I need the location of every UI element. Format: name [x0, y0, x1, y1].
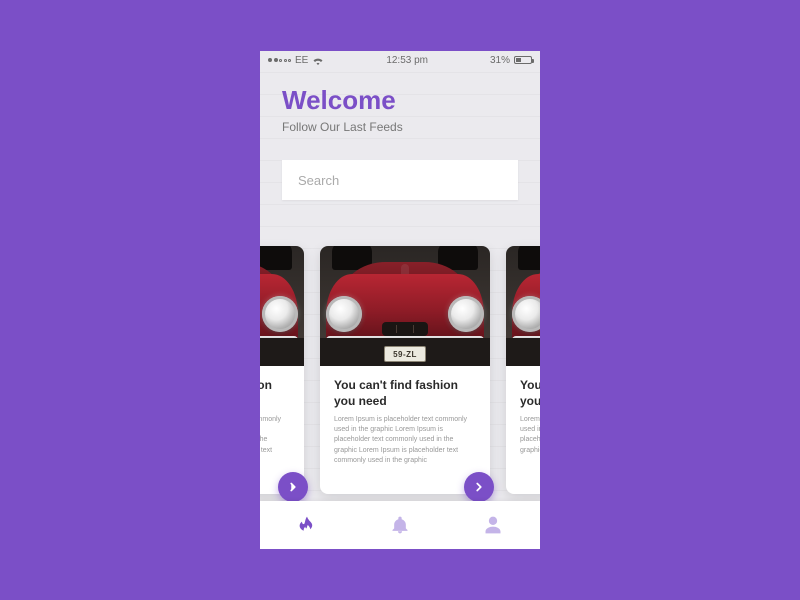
license-plate: 59-ZL [384, 346, 426, 362]
bell-icon [390, 515, 410, 535]
battery-icon [514, 56, 532, 64]
card-image: 59-ZL [320, 246, 490, 366]
card-desc: Lorem Ipsum is placeholder text commonly… [520, 415, 540, 456]
tab-profile[interactable] [447, 501, 540, 549]
tab-bar [260, 501, 540, 549]
card-title: You can't find fashion you need [334, 378, 476, 409]
feed-carousel[interactable]: 59-ZL You can't find fashion you need Lo… [260, 246, 414, 494]
wifi-icon [312, 56, 324, 65]
tab-notifications[interactable] [353, 501, 446, 549]
search-input[interactable] [298, 173, 502, 188]
status-left: EE [268, 55, 324, 66]
status-right: 31% [490, 55, 532, 66]
card-desc: Lorem Ipsum is placeholder text commonly… [334, 415, 476, 466]
card-image: 59-ZL [260, 246, 304, 366]
card-desc: Lorem Ipsum is placeholder text commonly… [260, 415, 290, 466]
card-next-button[interactable] [278, 472, 308, 502]
feed-card[interactable]: 59-ZL You can't find fashion you need Lo… [320, 246, 490, 494]
fire-icon [297, 515, 317, 535]
signal-dots-icon [268, 58, 291, 62]
page-subtitle: Follow Our Last Feeds [282, 120, 518, 134]
feed-card[interactable]: 59-ZL You can't find fashion you need Lo… [260, 246, 304, 494]
status-time: 12:53 pm [386, 55, 428, 66]
carrier-label: EE [295, 55, 308, 66]
search-field[interactable] [282, 160, 518, 200]
page-title: Welcome [282, 85, 518, 116]
card-title: You can't find fashion you need [260, 378, 290, 409]
chevron-right-icon [286, 480, 300, 494]
chevron-right-icon [472, 480, 486, 494]
status-bar: EE 12:53 pm 31% [260, 51, 540, 69]
header: Welcome Follow Our Last Feeds [260, 69, 540, 144]
card-title: You can't find fashion you need [520, 378, 540, 409]
feed-card[interactable]: 59-ZL You can't find fashion you need Lo… [506, 246, 540, 494]
tab-trending[interactable] [260, 501, 353, 549]
battery-pct: 31% [490, 55, 510, 66]
phone-frame: EE 12:53 pm 31% Welcome Follow Our Last … [260, 51, 540, 549]
card-image: 59-ZL [506, 246, 540, 366]
card-next-button[interactable] [464, 472, 494, 502]
user-icon [483, 515, 503, 535]
